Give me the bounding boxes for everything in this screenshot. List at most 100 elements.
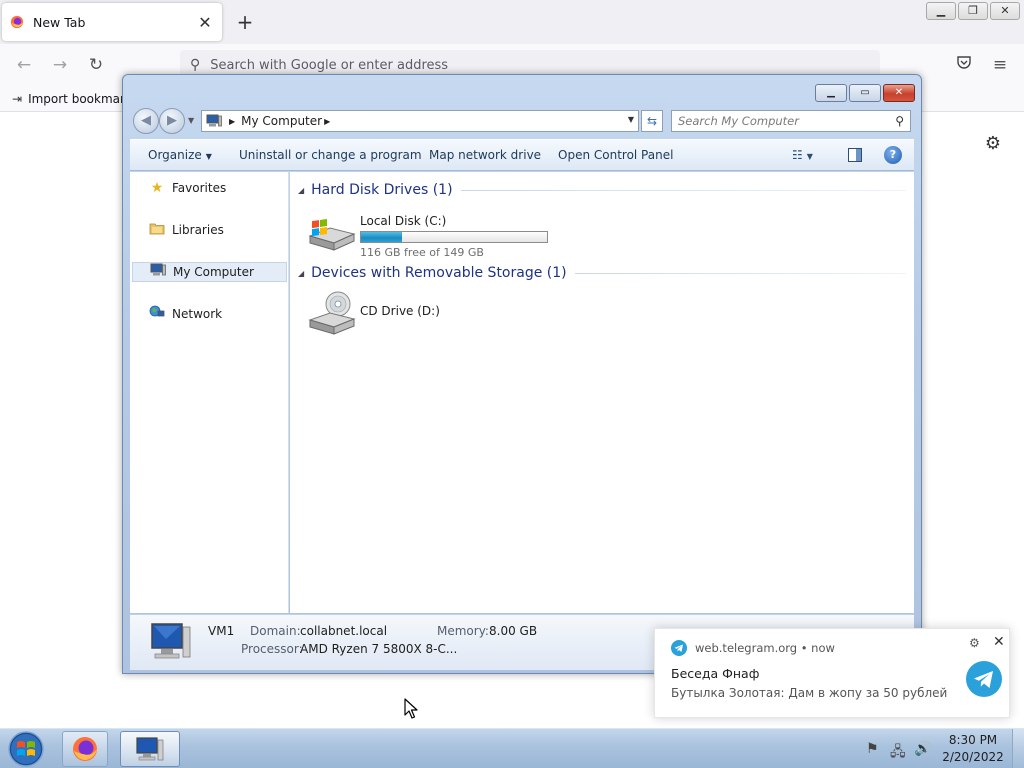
computer-icon <box>206 114 222 127</box>
group-header-removable-storage[interactable]: ◢ Devices with Removable Storage (1) <box>298 263 906 283</box>
hamburger-menu-icon[interactable]: ≡ <box>988 53 1012 77</box>
restore-button[interactable]: ❐ <box>958 2 988 20</box>
show-desktop-button[interactable] <box>1012 729 1024 768</box>
start-orb-icon[interactable] <box>4 730 48 768</box>
reload-icon[interactable]: ↻ <box>84 53 108 77</box>
uninstall-program-button[interactable]: Uninstall or change a program <box>239 148 422 162</box>
drive-free-space: 116 GB free of 149 GB <box>360 246 484 259</box>
close-button[interactable]: ✕ <box>990 2 1020 20</box>
search-icon[interactable]: ⚲ <box>895 114 904 128</box>
drive-name: Local Disk (C:) <box>360 214 447 228</box>
sidebar-item-network[interactable]: Network <box>132 304 287 324</box>
drive-name: CD Drive (D:) <box>360 304 440 318</box>
address-dropdown-icon[interactable]: ▼ <box>628 115 634 124</box>
navigation-pane: ★ Favorites Libraries My Computer Networ… <box>130 172 289 613</box>
drive-item-local-disk-c[interactable]: Local Disk (C:) 116 GB free of 149 GB <box>306 208 548 259</box>
drive-item-cd-drive-d[interactable]: CD Drive (D:) <box>306 290 440 340</box>
tab-new-tab[interactable]: New Tab ✕ <box>2 3 222 41</box>
search-input[interactable] <box>678 114 896 128</box>
chevron-down-icon: ▼ <box>806 152 813 161</box>
close-button[interactable]: ✕ <box>883 84 915 102</box>
pocket-shape <box>957 56 971 69</box>
refresh-icon[interactable]: ⇆ <box>641 110 663 132</box>
drive-usage-fill <box>361 232 402 242</box>
memory-label: Memory: <box>437 624 489 638</box>
organize-button[interactable]: Organize ▼ <box>148 148 212 162</box>
drive-info: CD Drive (D:) <box>360 290 440 340</box>
content-pane: ◢ Hard Disk Drives (1) Local Disk (C:) 1… <box>290 172 914 613</box>
taskbar-firefox-button[interactable] <box>62 731 108 767</box>
back-arrow-icon[interactable]: ← <box>12 53 36 77</box>
recent-pages-chevron-icon[interactable]: ▼ <box>188 116 194 125</box>
address-bar[interactable]: ▶ My Computer ▶ ▼ <box>201 110 639 132</box>
browser-tab-strip: New Tab ✕ + ▁ ❐ ✕ <box>0 0 1024 44</box>
forward-arrow-icon[interactable]: → <box>48 53 72 77</box>
network-shape <box>149 305 165 317</box>
sidebar-item-label: Favorites <box>172 181 227 195</box>
group-header-hard-disk-drives[interactable]: ◢ Hard Disk Drives (1) <box>298 180 906 200</box>
group-divider <box>574 272 906 274</box>
import-icon: ⇥ <box>12 91 23 106</box>
sidebar-item-favorites[interactable]: ★ Favorites <box>132 178 287 198</box>
search-icon: ⚲ <box>190 57 201 73</box>
minimize-button[interactable]: ▁ <box>815 84 847 102</box>
help-icon[interactable]: ? <box>884 146 902 164</box>
clock-date[interactable]: 2/20/2022 <box>940 750 1006 764</box>
network-tray-icon[interactable]: 🖧 <box>890 741 906 765</box>
breadcrumb-my-computer[interactable]: My Computer <box>241 114 322 128</box>
network-icon <box>148 305 166 323</box>
notification-source: web.telegram.org • now <box>695 641 835 655</box>
computer-icon <box>136 737 164 761</box>
domain-value: collabnet.local <box>300 624 388 638</box>
open-control-panel-button[interactable]: Open Control Panel <box>558 148 673 162</box>
domain-label: Domain: <box>250 624 301 638</box>
computer-icon <box>151 623 191 659</box>
tab-close-icon[interactable]: ✕ <box>196 13 214 32</box>
processor-value: AMD Ryzen 7 5800X 8-C... <box>300 642 458 656</box>
search-box[interactable]: ⚲ <box>671 110 911 132</box>
gear-icon[interactable]: ⚙ <box>982 133 1004 155</box>
notification-title: Беседа Фнаф <box>671 666 760 681</box>
change-view-button[interactable]: ☷ ▼ <box>792 148 813 162</box>
tab-title: New Tab <box>33 14 86 30</box>
minimize-button[interactable]: ▁ <box>926 2 956 20</box>
taskbar: ⚑ 🖧 🔊 8:30 PM 2/20/2022 <box>0 728 1024 768</box>
forward-button[interactable]: ▶ <box>159 108 185 134</box>
back-button[interactable]: ◀ <box>133 108 159 134</box>
sidebar-item-label: Network <box>172 307 223 321</box>
new-tab-button[interactable]: + <box>232 9 258 35</box>
sidebar-item-my-computer[interactable]: My Computer <box>132 262 287 282</box>
volume-icon[interactable]: 🔊 <box>914 741 931 757</box>
pocket-icon[interactable] <box>952 53 976 77</box>
telegram-notification[interactable]: web.telegram.org • now ⚙ ✕ Беседа Фнаф Б… <box>654 628 1010 718</box>
sidebar-item-libraries[interactable]: Libraries <box>132 220 287 240</box>
group-header-text: Devices with Removable Storage (1) <box>311 265 567 281</box>
breadcrumb-chevron-icon[interactable]: ▶ <box>229 117 235 126</box>
drive-usage-bar <box>360 231 548 243</box>
preview-pane-icon[interactable] <box>848 148 862 162</box>
memory-value: 8.00 GB <box>489 624 538 638</box>
group-header-text: Hard Disk Drives (1) <box>311 182 453 198</box>
hard-drive-icon <box>308 219 356 251</box>
taskbar-explorer-button[interactable] <box>120 731 180 767</box>
cd-drive-icon <box>308 291 356 335</box>
action-center-flag-icon[interactable]: ⚑ <box>866 741 879 757</box>
computer-name: VM1 <box>208 624 235 638</box>
collapse-triangle-icon[interactable]: ◢ <box>298 186 304 195</box>
maximize-button[interactable]: ▭ <box>849 84 881 102</box>
computer-shape <box>150 263 166 276</box>
breadcrumb-chevron-icon[interactable]: ▶ <box>324 117 330 126</box>
collapse-triangle-icon[interactable]: ◢ <box>298 269 304 278</box>
map-network-drive-button[interactable]: Map network drive <box>429 148 541 162</box>
sidebar-item-label: My Computer <box>173 265 254 279</box>
clock-time[interactable]: 8:30 PM <box>940 733 1006 747</box>
gear-icon[interactable]: ⚙ <box>969 636 980 650</box>
mouse-cursor-icon <box>404 698 418 719</box>
telegram-icon <box>671 640 687 656</box>
organize-label: Organize <box>148 148 202 162</box>
computer-icon <box>149 263 167 281</box>
star-icon: ★ <box>150 180 164 196</box>
close-icon[interactable]: ✕ <box>993 634 1005 650</box>
chevron-down-icon: ▼ <box>205 152 212 161</box>
address-row: ◀ ▶ ▼ ▶ My Computer ▶ ▼ ⇆ ⚲ <box>131 107 915 135</box>
